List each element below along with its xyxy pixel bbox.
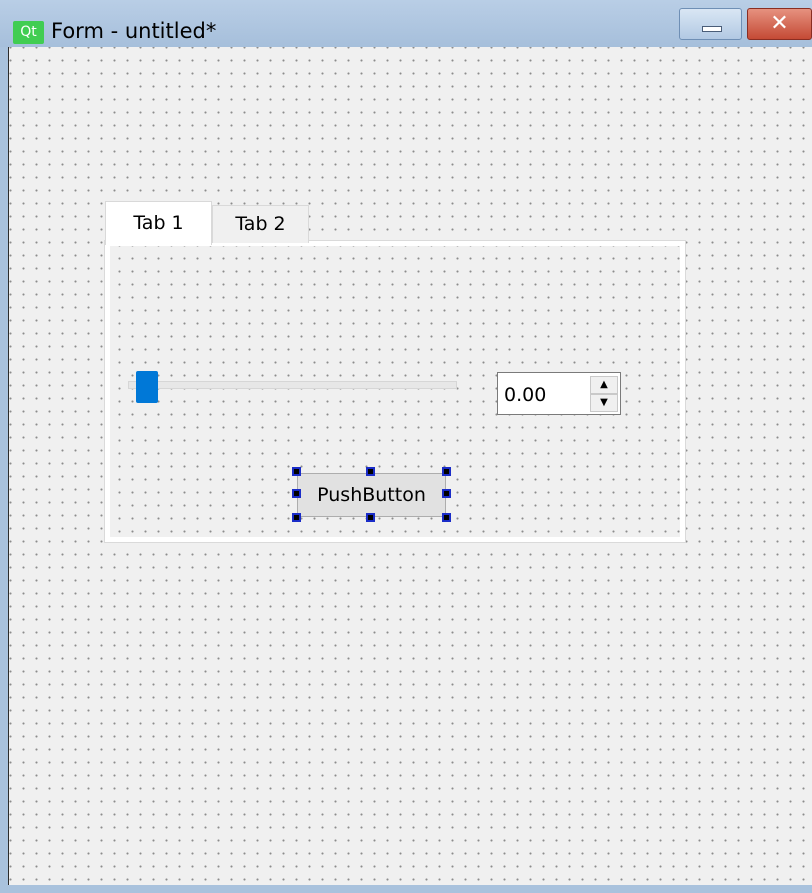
spinbox-down-button[interactable]: ▼	[590, 394, 618, 412]
minimize-button[interactable]	[679, 8, 742, 40]
selection-handle-top-left[interactable]	[292, 467, 301, 476]
window-title: Form - untitled*	[51, 19, 217, 43]
window-bottom-border	[0, 885, 812, 893]
selection-handle-bottom-center[interactable]	[366, 513, 375, 522]
selection-handle-bottom-left[interactable]	[292, 513, 301, 522]
tab-2[interactable]: Tab 2	[212, 205, 309, 243]
selection-handle-top-center[interactable]	[366, 467, 375, 476]
designer-form-window: Qt Form - untitled* ✕ Tab 1 Tab 2 0.00 ▲…	[0, 0, 812, 893]
tab-1[interactable]: Tab 1	[105, 201, 212, 245]
close-button[interactable]: ✕	[747, 8, 812, 40]
horizontal-slider[interactable]	[128, 369, 457, 403]
selection-handle-bottom-right[interactable]	[442, 513, 451, 522]
qt-logo-icon: Qt	[13, 21, 44, 44]
arrow-down-icon: ▼	[600, 397, 608, 408]
double-spin-box[interactable]: 0.00 ▲ ▼	[497, 372, 621, 415]
selection-handle-middle-right[interactable]	[442, 489, 451, 498]
spinbox-up-button[interactable]: ▲	[590, 376, 618, 394]
selection-handle-middle-left[interactable]	[292, 489, 301, 498]
slider-handle[interactable]	[136, 371, 158, 403]
selection-handle-top-right[interactable]	[442, 467, 451, 476]
title-bar[interactable]: Qt Form - untitled* ✕	[0, 0, 812, 47]
arrow-up-icon: ▲	[600, 379, 608, 390]
spinbox-value[interactable]: 0.00	[504, 373, 546, 414]
push-button[interactable]: PushButton	[297, 473, 446, 517]
close-icon: ✕	[770, 11, 789, 36]
slider-groove	[128, 381, 457, 389]
minimize-icon	[702, 26, 722, 32]
